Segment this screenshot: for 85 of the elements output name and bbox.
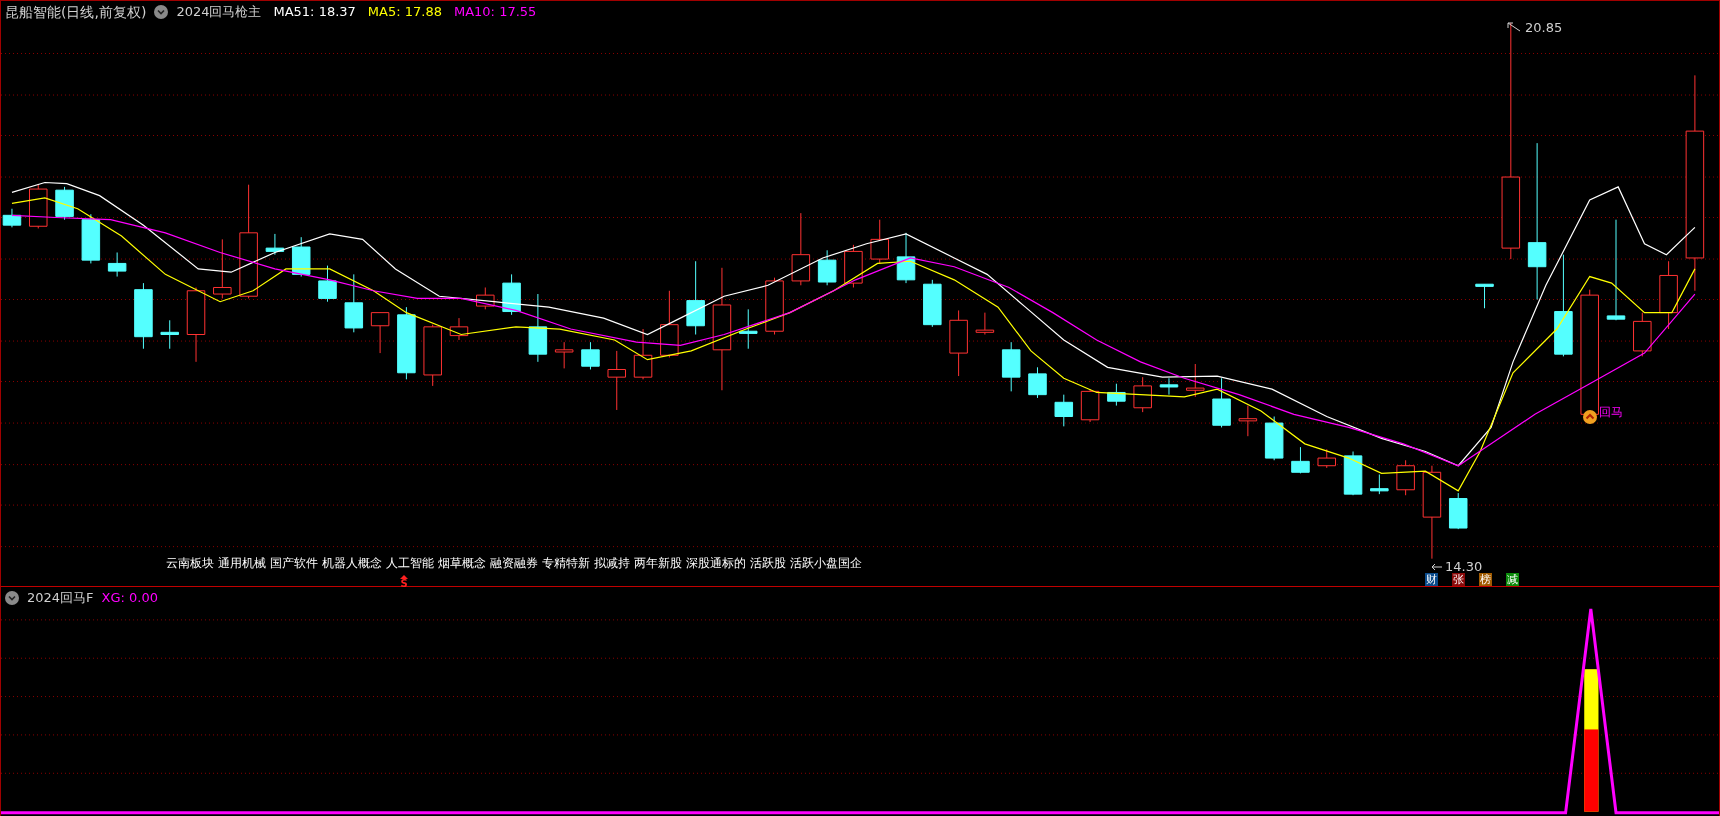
candlestick: [265, 233, 285, 256]
candlestick: [291, 236, 311, 278]
candlestick: [581, 341, 600, 370]
candlestick: [975, 312, 995, 335]
candlestick: [1448, 492, 1468, 530]
candlestick: [1186, 363, 1205, 398]
candlestick: [870, 219, 889, 264]
candlestick: [370, 312, 390, 354]
chevron-down-icon[interactable]: [154, 5, 169, 19]
signal-label: 回马: [1599, 404, 1623, 421]
candlestick: [607, 350, 627, 411]
concept-tag: 两年新股: [634, 554, 682, 572]
candlestick: [1054, 394, 1074, 427]
candlestick: [1001, 341, 1021, 392]
candlestick: [318, 265, 337, 303]
candlestick: [1264, 416, 1284, 461]
candlestick: [1343, 451, 1363, 496]
event-badge[interactable]: 榜: [1479, 573, 1492, 586]
candlestick: [896, 232, 916, 284]
candlestick: [554, 341, 574, 369]
concept-tag: 烟草概念: [438, 554, 486, 572]
up-chevron-icon: [1583, 410, 1597, 424]
candlestick: [1028, 366, 1047, 399]
candlestick: [817, 249, 837, 286]
event-badge[interactable]: 减: [1506, 573, 1519, 586]
candlestick: [29, 184, 48, 229]
candlestick: [1633, 312, 1652, 357]
candlestick: [1396, 459, 1415, 496]
candlestick: [1475, 283, 1494, 309]
concept-tag: 国产软件: [270, 554, 318, 572]
candlestick: [213, 238, 232, 299]
candlestick: [633, 328, 653, 380]
concept-tag: 专精特新: [542, 554, 590, 572]
candlestick: [660, 290, 679, 358]
chevron-down-icon[interactable]: [5, 591, 19, 605]
candlestick: [923, 279, 942, 328]
candlestick: [1212, 377, 1231, 428]
candlestick: [739, 308, 758, 350]
concept-tag: 云南板块: [166, 554, 214, 572]
event-badge[interactable]: 张: [1452, 573, 1465, 586]
candlestick: [1238, 405, 1258, 437]
concept-tag: 人工智能: [386, 554, 434, 572]
concept-tag: 融资融券: [490, 554, 538, 572]
candlestick: [1080, 388, 1100, 423]
arrow-icon: [1431, 562, 1443, 571]
indicator-name: 2024回马枪主: [176, 3, 262, 22]
low-price-label: 14.30: [1445, 558, 1483, 574]
candlestick: [1107, 383, 1126, 407]
concept-tag: 通用机械: [218, 554, 266, 572]
candlestick: [1370, 473, 1389, 495]
candlestick: [134, 282, 153, 350]
candlestick: [949, 309, 968, 377]
indicator-reading: XG: 0.00: [101, 589, 158, 608]
ma-legend: MA10: 17.55: [453, 2, 537, 22]
concept-tag: 机器人概念: [322, 554, 382, 572]
candlestick: [1659, 260, 1678, 330]
concept-tag: 拟减持: [594, 554, 630, 572]
candlestick: [107, 252, 127, 278]
ma-legend: MA51: 18.37: [273, 2, 356, 22]
candlestick: [528, 293, 548, 363]
up-arrow-icon: [400, 575, 408, 579]
high-price-label: 20.85: [1525, 19, 1563, 37]
arrow-icon: [1507, 21, 1521, 34]
candlestick: [81, 213, 101, 264]
candlestick: [344, 273, 364, 333]
candlestick: [765, 277, 784, 335]
concept-tag: 深股通标的: [686, 554, 746, 572]
candlestick: [1317, 448, 1336, 469]
candlestick: [423, 324, 442, 387]
stock-title: 昆船智能(日线,前复权): [5, 2, 147, 22]
candlestick: [2, 208, 22, 228]
candlestick: [476, 287, 495, 310]
candlestick: [1291, 446, 1310, 474]
candlestick: [844, 244, 863, 288]
indicator-name: 2024回马F: [27, 589, 94, 608]
concept-tag: 活跃小盘国企: [790, 554, 862, 572]
event-badge[interactable]: 财: [1425, 573, 1438, 586]
concept-tag: 活跃股: [750, 554, 786, 572]
ma-legend: MA5: 17.88: [367, 2, 442, 22]
candlestick: [1133, 376, 1152, 413]
candlestick: [502, 273, 521, 316]
candlestick: [160, 319, 179, 350]
candlestick: [1159, 377, 1179, 396]
candlestick: [449, 317, 469, 341]
candlestick: [55, 186, 74, 221]
